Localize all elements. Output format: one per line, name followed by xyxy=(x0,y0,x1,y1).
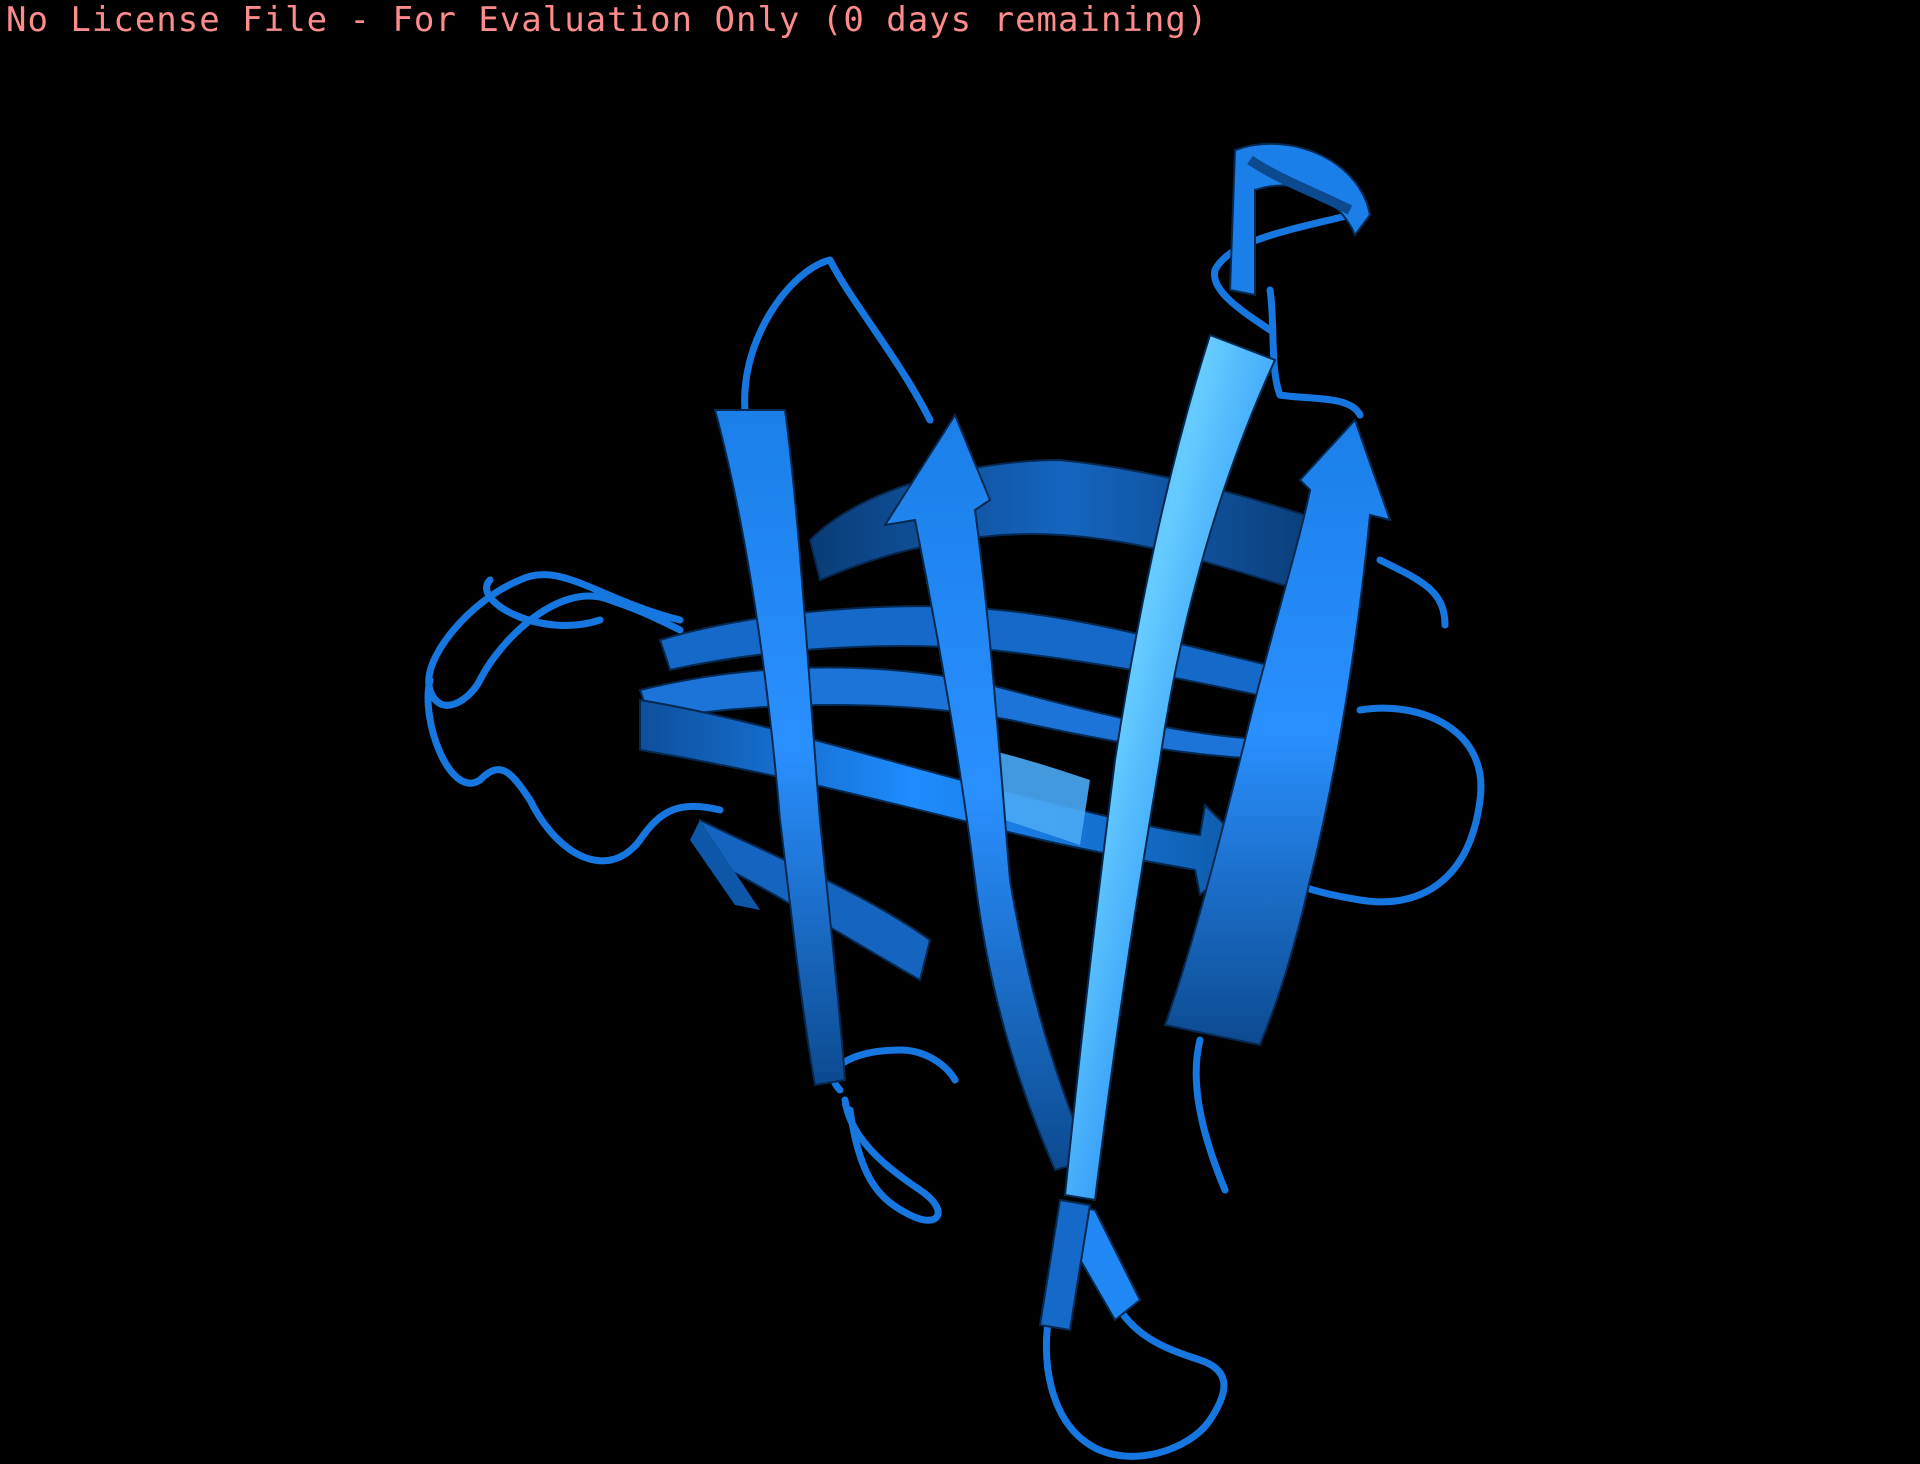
molecular-viewer-canvas[interactable]: No License File - For Evaluation Only (0… xyxy=(0,0,1920,1464)
coil-left-upper xyxy=(425,571,684,709)
coil-right-tail xyxy=(1376,556,1449,629)
coil-bottom xyxy=(1042,1306,1228,1460)
coil-loops xyxy=(424,211,1485,1460)
helix-turn xyxy=(1228,142,1372,297)
coil-top-left xyxy=(741,256,934,424)
protein-cartoon-render[interactable] xyxy=(0,0,1920,1464)
coil-top-right-down xyxy=(1266,286,1364,419)
coil-bottom-right xyxy=(1192,1036,1229,1194)
coil-bottom-left xyxy=(830,1046,959,1224)
